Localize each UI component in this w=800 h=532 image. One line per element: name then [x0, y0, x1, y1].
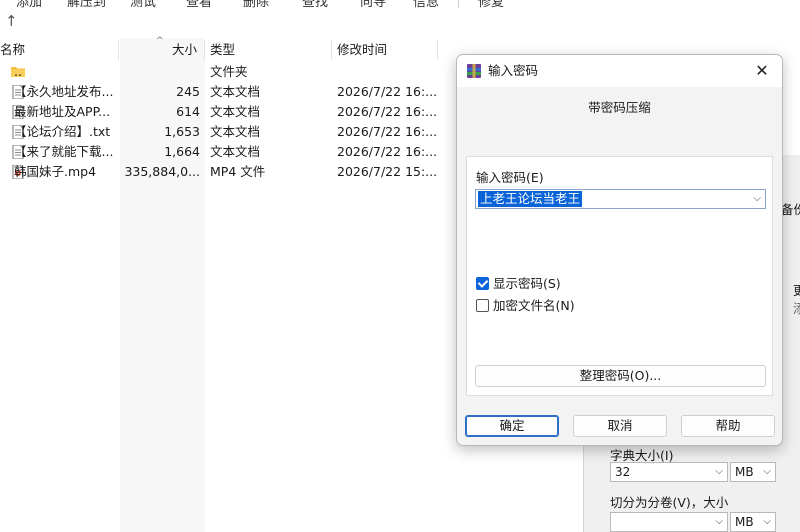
file-size: 1,664 [164, 144, 200, 159]
toolbar-separator [458, 0, 459, 8]
file-name: 韩国妹子.mp4 [14, 164, 97, 179]
password-label: 输入密码(E) [476, 170, 544, 185]
backup-partial-label: 备份 [781, 202, 800, 217]
encrypt-filenames-label: 加密文件名(N) [493, 298, 575, 313]
file-type: 文件夹 [210, 64, 248, 79]
column-divider[interactable] [437, 40, 438, 60]
dictionary-size-select[interactable]: 32 ⌵ [610, 462, 728, 482]
sort-caret-icon: ^ [156, 36, 164, 46]
chevron-down-icon: ⌵ [763, 466, 771, 477]
dialog-subtitle: 带密码压缩 [588, 100, 651, 115]
file-name: 【永久地址发布... [14, 84, 114, 99]
cancel-button[interactable]: 取消 [573, 415, 667, 437]
file-date: 2026/7/22 16:... [337, 124, 437, 139]
password-value: 上老王论坛当老王 [478, 191, 583, 207]
toolbar-add-button[interactable]: 添加 [16, 0, 42, 8]
toolbar-find-button[interactable]: 查找 [302, 0, 328, 8]
column-header-size[interactable]: 大小 [172, 38, 197, 62]
column-divider[interactable] [331, 40, 332, 60]
dialog-title: 输入密码 [488, 63, 539, 78]
column-header-date[interactable]: 修改时间 [337, 38, 387, 62]
file-date: 2026/7/22 16:... [337, 104, 437, 119]
file-size: 335,884,0... [124, 164, 200, 179]
column-divider[interactable] [204, 40, 205, 60]
file-date: 2026/7/22 16:... [337, 84, 437, 99]
chevron-down-icon[interactable]: ⌵ [753, 191, 761, 207]
dialog-titlebar[interactable]: 输入密码 ✕ [457, 55, 782, 87]
chevron-down-icon: ⌵ [715, 466, 723, 477]
file-size: 614 [176, 104, 200, 119]
add-partial-label: 添 [793, 301, 800, 316]
split-volume-label: 切分为分卷(V)，大小 [610, 495, 729, 510]
file-type: MP4 文件 [210, 164, 266, 179]
organize-passwords-button[interactable]: 整理密码(O)... [475, 365, 766, 387]
ok-button[interactable]: 确定 [465, 415, 559, 437]
file-size: 245 [176, 84, 200, 99]
toolbar-delete-button[interactable]: 删除 [243, 0, 269, 8]
file-name: 【论坛介绍】.txt [14, 124, 111, 139]
show-password-label: 显示密码(S) [493, 276, 561, 291]
file-name: .. [14, 64, 22, 79]
password-dialog: 输入密码 ✕ 带密码压缩 输入密码(E) 上老王论坛当老王 ⌵ 显示密码(S) … [456, 54, 783, 446]
file-type: 文本文档 [210, 104, 261, 119]
checkbox-checked-icon[interactable] [476, 277, 489, 290]
column-header-name[interactable]: 名称 [0, 38, 25, 62]
winrar-app-icon [467, 64, 481, 78]
file-size: 1,653 [164, 124, 200, 139]
toolbar: 添加 解压到 测试 查看 删除 查找 向导 信息 修复 [0, 0, 800, 8]
toolbar-wizard-button[interactable]: 向导 [360, 0, 386, 8]
file-name: 【来了就能下载... [14, 144, 114, 159]
column-header-type[interactable]: 类型 [210, 38, 235, 62]
toolbar-info-button[interactable]: 信息 [413, 0, 439, 8]
chevron-down-icon: ⌵ [715, 516, 723, 527]
split-unit-select[interactable]: MB ⌵ [730, 512, 776, 532]
close-icon[interactable]: ✕ [748, 58, 776, 84]
file-type: 文本文档 [210, 84, 261, 99]
help-button[interactable]: 帮助 [681, 415, 775, 437]
password-input[interactable]: 上老王论坛当老王 ⌵ [475, 189, 766, 209]
toolbar-extract-button[interactable]: 解压到 [67, 0, 106, 8]
toolbar-test-button[interactable]: 测试 [130, 0, 156, 8]
toolbar-repair-button[interactable]: 修复 [478, 0, 504, 8]
up-folder-icon[interactable]: ↑ [5, 12, 18, 30]
split-volume-select[interactable]: ⌵ [610, 512, 728, 532]
file-type: 文本文档 [210, 124, 261, 139]
file-type: 文本文档 [210, 144, 261, 159]
checkbox-unchecked-icon[interactable] [476, 299, 489, 312]
toolbar-view-button[interactable]: 查看 [186, 0, 212, 8]
dictionary-unit-select[interactable]: MB ⌵ [730, 462, 776, 482]
file-name: 最新地址及APP... [14, 104, 111, 119]
chevron-down-icon: ⌵ [763, 516, 771, 527]
password-panel: 输入密码(E) 上老王论坛当老王 ⌵ 显示密码(S) 加密文件名(N) 整理密码… [466, 156, 773, 396]
column-divider[interactable] [118, 40, 119, 60]
file-date: 2026/7/22 16:... [337, 144, 437, 159]
file-date: 2026/7/22 15:... [337, 164, 437, 179]
update-partial-label: 更 [793, 283, 800, 298]
